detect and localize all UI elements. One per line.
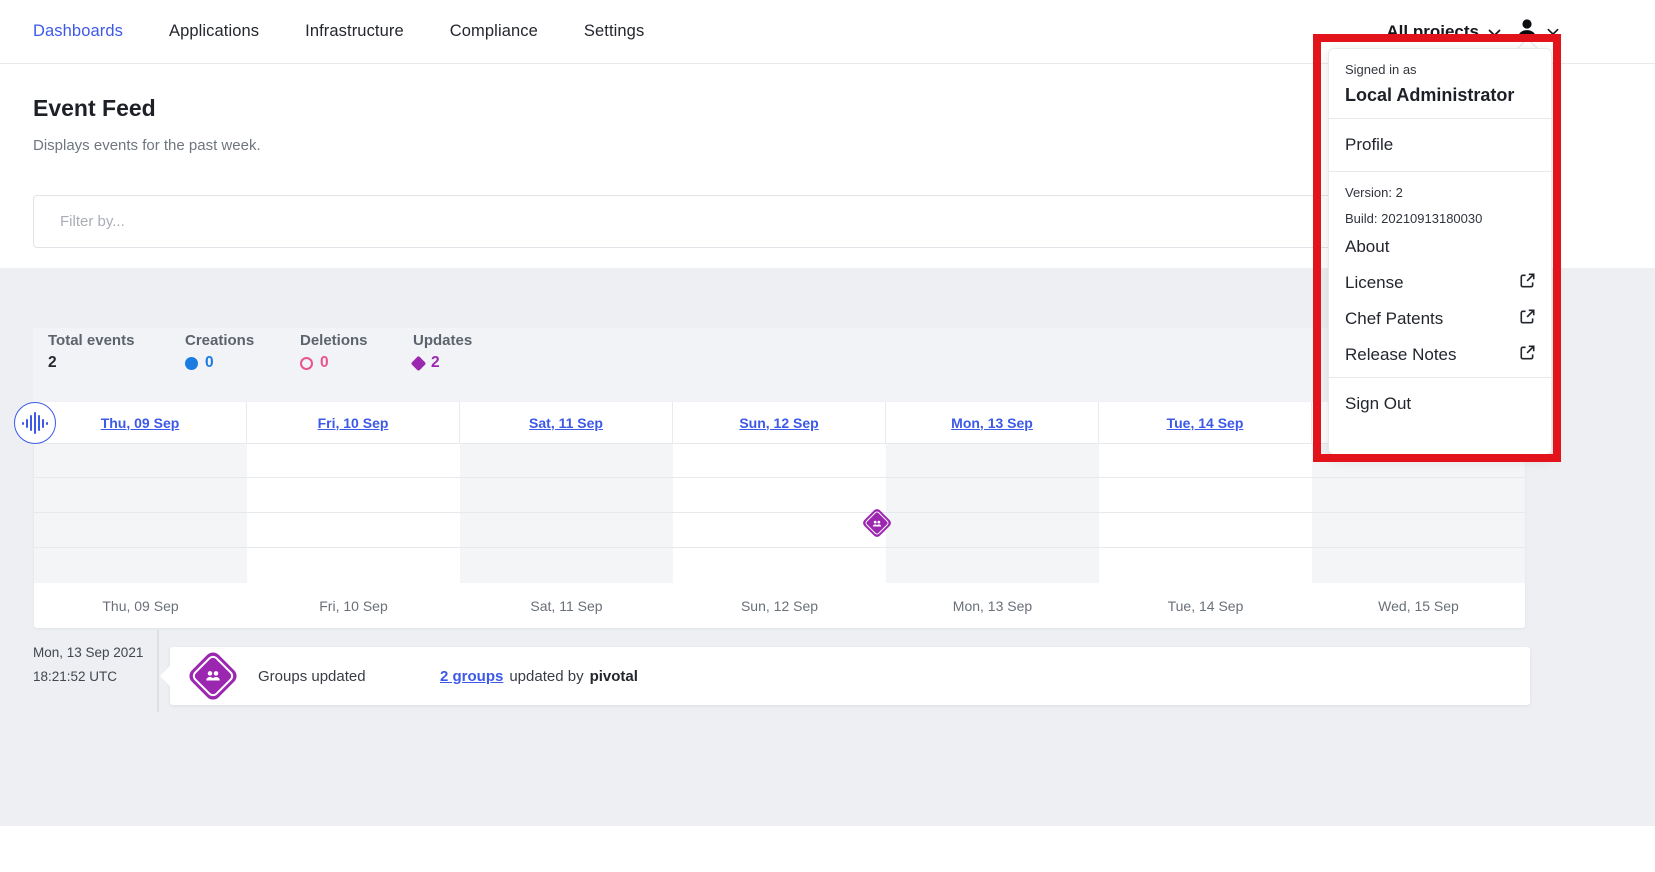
timeline-footer-row: Thu, 09 Sep Fri, 10 Sep Sat, 11 Sep Sun,… (34, 583, 1525, 628)
dropdown-user-section: Signed in as Local Administrator (1329, 49, 1551, 118)
user-dropdown-menu: Signed in as Local Administrator Profile… (1328, 48, 1552, 455)
dropdown-profile-section: Profile (1329, 118, 1551, 171)
stat-total-label: Total events (48, 332, 134, 349)
nav-item-dashboards[interactable]: Dashboards (33, 22, 123, 41)
day-footer-label: Wed, 15 Sep (1312, 598, 1525, 614)
guitar-strings-toggle-button[interactable] (14, 402, 56, 444)
external-link-icon (1520, 309, 1535, 329)
day-footer-label: Tue, 14 Sep (1099, 598, 1312, 614)
day-link-sat[interactable]: Sat, 11 Sep (529, 415, 603, 431)
event-stats-bar: Total events 2 Creations 0 Deletions 0 U… (33, 328, 1525, 402)
stat-total-events: Total events 2 (48, 332, 134, 372)
event-timeline-guideline (157, 630, 159, 712)
stat-deletions-value: 0 (320, 354, 329, 372)
event-card-notch (160, 666, 170, 686)
stat-creations-label: Creations (185, 332, 254, 349)
event-card: Groups updated 2 groups updated by pivot… (170, 647, 1530, 705)
deletions-circle-icon (300, 357, 313, 370)
column-stripe (460, 444, 673, 583)
day-link-fri[interactable]: Fri, 10 Sep (318, 415, 389, 431)
license-label: License (1345, 273, 1404, 293)
event-author: pivotal (590, 668, 638, 685)
event-title: Groups updated (258, 668, 440, 685)
row-divider (34, 477, 1525, 478)
day-link-mon[interactable]: Mon, 13 Sep (951, 415, 1033, 431)
event-feed-screen: Dashboards Applications Infrastructure C… (0, 0, 1655, 872)
waveform-icon (22, 412, 48, 434)
updates-diamond-icon (411, 355, 427, 371)
projects-filter-label: All projects (1386, 22, 1479, 42)
event-timeline-grid: Thu, 09 Sep Fri, 10 Sep Sat, 11 Sep Sun,… (34, 402, 1525, 628)
groups-updated-icon (186, 649, 240, 703)
event-date: Mon, 13 Sep 2021 (33, 641, 143, 665)
row-divider (34, 547, 1525, 548)
nav-item-applications[interactable]: Applications (169, 22, 259, 41)
day-link-thu[interactable]: Thu, 09 Sep (101, 415, 180, 431)
stat-creations: Creations 0 (185, 332, 254, 372)
external-link-icon (1520, 345, 1535, 365)
stat-updates-label: Updates (413, 332, 472, 349)
nav-item-settings[interactable]: Settings (584, 22, 644, 41)
page-title: Event Feed (33, 95, 156, 122)
column-stripe (886, 444, 1099, 583)
creations-dot-icon (185, 357, 198, 370)
day-footer-label: Fri, 10 Sep (247, 598, 460, 614)
filter-input[interactable] (33, 195, 1527, 248)
external-link-icon (1520, 273, 1535, 293)
signed-in-as-label: Signed in as (1345, 62, 1535, 77)
event-time-utc: 18:21:52 UTC (33, 665, 143, 689)
chef-patents-label: Chef Patents (1345, 309, 1443, 329)
user-menu-button[interactable] (1515, 17, 1559, 46)
day-footer-label: Thu, 09 Sep (34, 598, 247, 614)
stat-total-value: 2 (48, 354, 57, 372)
column-stripe (34, 444, 247, 583)
chevron-down-icon (1488, 22, 1501, 42)
timeline-header-row: Thu, 09 Sep Fri, 10 Sep Sat, 11 Sep Sun,… (34, 402, 1525, 444)
event-description: 2 groups updated by pivotal (440, 668, 638, 685)
event-middle-text: updated by (509, 668, 583, 685)
dropdown-signout-section: Sign Out (1329, 377, 1551, 430)
projects-filter-button[interactable]: All projects (1386, 22, 1501, 42)
nav-item-infrastructure[interactable]: Infrastructure (305, 22, 404, 41)
user-name: Local Administrator (1345, 85, 1535, 106)
stat-creations-value: 0 (205, 354, 214, 372)
day-footer-label: Sat, 11 Sep (460, 598, 673, 614)
menu-item-about[interactable]: About (1345, 237, 1535, 257)
chevron-down-icon (1547, 23, 1559, 41)
day-link-sun[interactable]: Sun, 12 Sep (739, 415, 818, 431)
day-footer-label: Mon, 13 Sep (886, 598, 1099, 614)
dropdown-about-section: Version: 2 Build: 20210913180030 About L… (1329, 171, 1551, 377)
profile-label: Profile (1345, 135, 1393, 155)
menu-item-profile[interactable]: Profile (1345, 132, 1535, 159)
nav-item-compliance[interactable]: Compliance (450, 22, 538, 41)
stat-updates: Updates 2 (413, 332, 472, 372)
menu-item-chef-patents[interactable]: Chef Patents (1345, 309, 1535, 329)
groups-link[interactable]: 2 groups (440, 668, 503, 685)
stat-updates-value: 2 (431, 354, 440, 372)
timeline-body (34, 444, 1525, 583)
row-divider (34, 512, 1525, 513)
sign-out-label: Sign Out (1345, 394, 1411, 414)
menu-item-license[interactable]: License (1345, 273, 1535, 293)
nav-items: Dashboards Applications Infrastructure C… (33, 22, 644, 41)
menu-item-release-notes[interactable]: Release Notes (1345, 345, 1535, 365)
column-stripe (1312, 444, 1525, 583)
day-link-tue[interactable]: Tue, 14 Sep (1167, 415, 1244, 431)
about-label: About (1345, 237, 1389, 257)
version-label: Version: 2 (1345, 185, 1535, 200)
day-footer-label: Sun, 12 Sep (673, 598, 886, 614)
stat-deletions: Deletions 0 (300, 332, 368, 372)
page-subtitle: Displays events for the past week. (33, 137, 261, 154)
nav-right-controls: All projects (1386, 17, 1631, 46)
event-timestamp: Mon, 13 Sep 2021 18:21:52 UTC (33, 641, 143, 689)
menu-item-sign-out[interactable]: Sign Out (1345, 391, 1535, 418)
release-notes-label: Release Notes (1345, 345, 1457, 365)
build-label: Build: 20210913180030 (1345, 211, 1535, 226)
stat-deletions-label: Deletions (300, 332, 368, 349)
